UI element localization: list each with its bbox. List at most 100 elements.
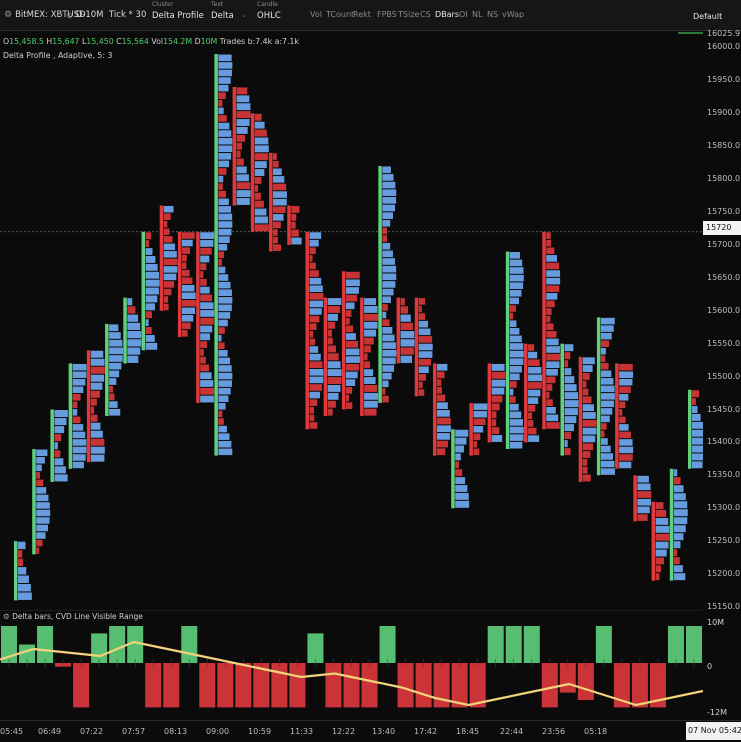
indicator-vol[interactable]: Vol [310,10,322,19]
indicator-tsize[interactable]: TSize [398,10,419,19]
profile-cell [72,446,87,454]
profile-cell [382,219,391,227]
timeframe-selector[interactable]: ⊙ D-10M [66,0,103,30]
profile-cell [145,232,152,240]
profile-cell [600,453,614,460]
profile-cell [600,400,615,408]
footprint-candle [542,231,561,430]
candle-body [378,165,382,403]
profile-cell [655,533,670,541]
candle-dropdown[interactable]: Candle OHLC ⌄ [257,0,299,30]
indicator-ns[interactable]: NS [487,10,498,19]
profile-cell [145,271,160,279]
profile-cell [327,321,336,329]
profile-cell [582,451,591,458]
profile-cell [564,376,575,384]
profile-cell [145,311,152,319]
profile-cell [254,145,269,153]
delta-bar [289,663,306,708]
profile-cell [345,379,356,386]
time-tick-label: 06:49 [38,727,62,736]
delta-bar [163,663,180,708]
profile-cell [582,466,588,474]
profile-cell [309,338,316,346]
profile-cell [582,380,587,388]
profile-cell [673,541,681,549]
delta-value: 10M [200,37,218,46]
indicator-oi[interactable]: OI [459,10,468,19]
text-dropdown[interactable]: Text Delta ⌄ [211,0,251,30]
profile-cell [673,533,684,541]
indicator-fpbs[interactable]: FPBS [377,10,397,19]
profile-cell [36,487,47,494]
profile-cell [327,377,342,384]
profile-cell [36,524,48,532]
profile-cell [382,372,392,380]
layout-selector[interactable]: Default [693,12,722,21]
indicator-rekt[interactable]: Rekt [353,10,371,19]
footprint-candle [214,54,233,456]
profile-cell [382,265,397,273]
tick-selector[interactable]: Tick * 30 [109,0,146,30]
indicator-cs[interactable]: CS [420,10,431,19]
cluster-dropdown[interactable]: Cluster Delta Profile [152,0,206,30]
indicator-dbars[interactable]: DBars [435,10,459,19]
profile-cell [436,363,448,371]
profile-cell [181,292,196,299]
profile-cell [236,174,249,182]
profile-cell [327,329,332,337]
profile-cell [673,557,680,565]
profile-cell [109,332,121,339]
profile-cell [327,392,339,400]
profile-cell [291,205,300,213]
indicator-tcount[interactable]: TCount [326,10,354,19]
profile-cell [673,525,686,533]
profile-cell [181,330,188,337]
profile-cell [218,327,225,334]
high-value: 15,647 [52,37,80,46]
time-axis[interactable]: 05:45 06:49 07:22 07:57 08:13 09:00 10:59 11:33… [0,720,741,742]
price-axis[interactable]: 16000.0 15950.0 15900.0 15850.0 15800.0 15750… [703,29,741,611]
indicator-vwap[interactable]: vWap [502,10,524,19]
footprint-chart[interactable] [0,31,703,607]
profile-cell [327,306,341,313]
profile-cell [619,409,623,416]
profile-cell [382,296,391,304]
candle-caption: Candle [257,1,278,8]
profile-cell [18,558,24,567]
sub-axis-top: 10M [707,618,725,627]
profile-cell [345,279,360,287]
profile-cell [436,402,448,410]
profile-cell [200,278,207,286]
profile-cell [218,266,226,274]
profile-cell [673,549,678,557]
profile-cell [582,443,594,451]
price-tick-label: 15400.0 [707,437,741,447]
delta-bars-panel[interactable] [0,610,703,720]
profile-cell [364,353,368,361]
profile-cell [291,221,296,229]
profile-cell [436,394,446,402]
delta-bar [505,626,522,663]
profile-cell [72,386,84,394]
profile-cell [181,277,193,284]
profile-cell [36,457,45,464]
profile-cell [309,285,323,293]
profile-cell [345,271,360,279]
price-tick-label: 15450.0 [707,404,741,414]
profile-cell [673,501,688,509]
profile-cell [509,411,522,419]
profile-cell [673,485,684,493]
panel-settings-icon[interactable]: ⚙ [3,612,10,621]
footprint-candle [360,297,379,417]
price-tick-label: 15700.0 [707,239,741,249]
profile-cell [90,390,100,398]
profile-cell [546,368,558,376]
profile-cell [692,390,700,398]
footprint-candle [287,205,302,245]
profile-cell [309,384,323,391]
profile-cell [509,388,514,396]
indicator-nl[interactable]: NL [472,10,482,19]
candle-body [341,271,346,410]
settings-icon[interactable]: ⚙ [4,10,12,20]
